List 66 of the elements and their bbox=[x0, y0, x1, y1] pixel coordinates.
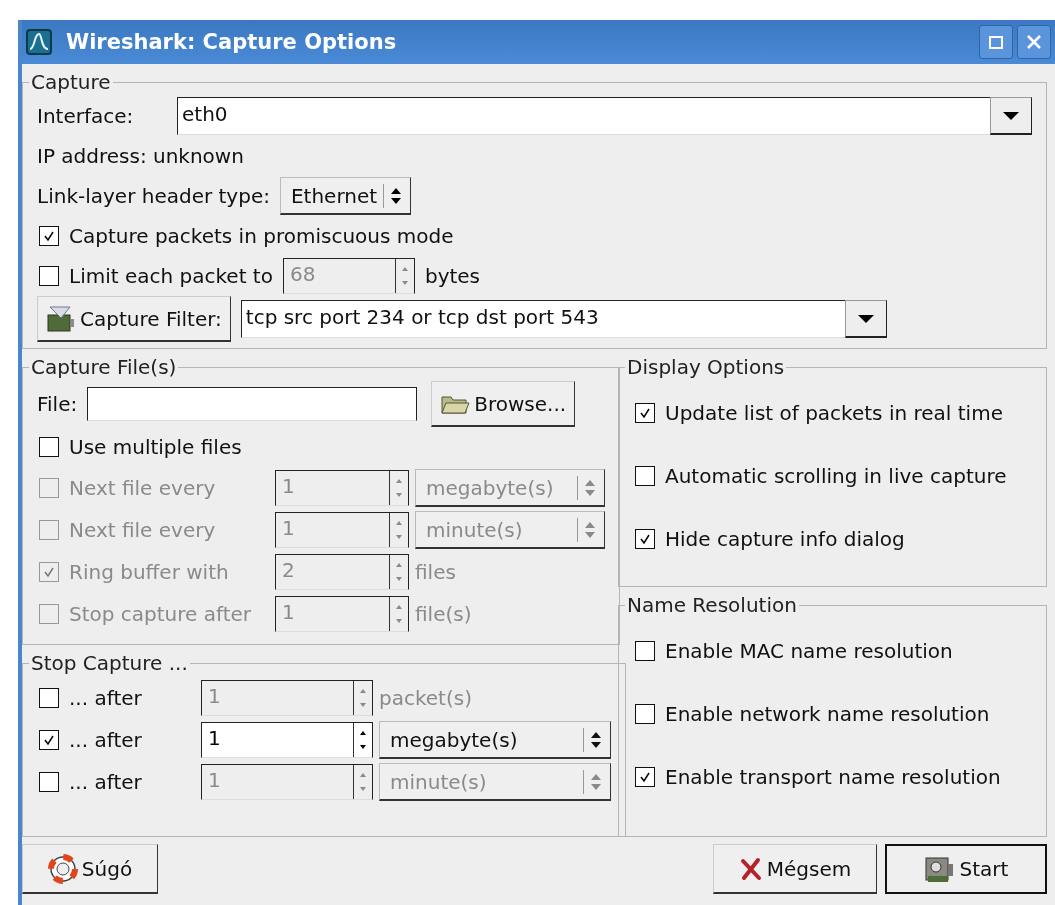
app-icon bbox=[26, 29, 52, 55]
capture-card-icon bbox=[923, 854, 956, 884]
checkmark-icon bbox=[43, 566, 55, 578]
checkbox-label[interactable]: Enable MAC name resolution bbox=[665, 638, 953, 663]
checkbox-label[interactable]: Enable network name resolution bbox=[665, 701, 990, 726]
field-label: Interface: bbox=[37, 104, 135, 128]
dropdown-arrow-icon bbox=[856, 313, 875, 324]
checkbox-label[interactable]: Limit each packet to bbox=[69, 264, 273, 288]
filter-combo[interactable]: tcp src port 234 or tcp dst port 543 bbox=[240, 300, 887, 338]
checkbox-label[interactable]: ... after bbox=[69, 686, 142, 710]
link-type-select[interactable]: Ethernet bbox=[279, 177, 412, 215]
group-title: Display Options bbox=[626, 355, 786, 379]
close-button[interactable] bbox=[1017, 25, 1051, 59]
group-title: Stop Capture ... bbox=[30, 651, 189, 675]
checkmark-icon bbox=[639, 532, 651, 545]
maximize-button[interactable] bbox=[979, 25, 1013, 59]
browse-button[interactable]: Browse... bbox=[431, 381, 576, 427]
field-label: File: bbox=[37, 392, 78, 416]
group-title: Name Resolution bbox=[626, 593, 798, 617]
cancel-button[interactable]: Mégsem bbox=[713, 844, 877, 894]
group-title: Capture bbox=[30, 70, 112, 94]
checkmark-icon bbox=[43, 230, 55, 242]
checkmark-icon bbox=[639, 770, 651, 783]
spin-field[interactable]: 1 bbox=[201, 722, 373, 758]
maximize-icon bbox=[988, 34, 1004, 50]
lifebuoy-icon bbox=[47, 853, 78, 884]
help-button[interactable]: Súgó bbox=[22, 844, 158, 894]
checkbox[interactable] bbox=[635, 766, 655, 787]
unit-label: file(s) bbox=[415, 602, 473, 626]
checkbox[interactable] bbox=[39, 772, 59, 792]
file-field[interactable] bbox=[87, 387, 418, 421]
unit-select[interactable]: megabyte(s) bbox=[379, 721, 611, 759]
checkbox[interactable] bbox=[39, 437, 59, 457]
capture-filter-button[interactable]: Capture Filter: bbox=[37, 296, 231, 342]
window-title: Wireshark: Capture Options bbox=[66, 30, 397, 54]
checkbox-label[interactable]: Automatic scrolling in live capture bbox=[665, 463, 1007, 488]
checkbox-label[interactable]: Enable transport name resolution bbox=[665, 764, 1001, 789]
checkbox-label[interactable]: Capture packets in promiscuous mode bbox=[69, 224, 454, 248]
checkbox-label[interactable]: Use multiple files bbox=[69, 435, 242, 459]
checkbox[interactable] bbox=[39, 266, 59, 286]
checkbox-label[interactable]: ... after bbox=[69, 770, 142, 794]
field-label: Link-layer header type: bbox=[37, 184, 270, 208]
checkbox[interactable] bbox=[635, 402, 655, 423]
checkbox[interactable] bbox=[39, 688, 59, 708]
checkbox[interactable] bbox=[39, 730, 59, 750]
checkbox[interactable] bbox=[635, 465, 655, 486]
unit-label: files bbox=[415, 560, 457, 584]
unit-label: packet(s) bbox=[379, 686, 473, 710]
checkbox[interactable] bbox=[39, 226, 59, 246]
checkmark-icon bbox=[43, 734, 55, 746]
filter-icon bbox=[46, 304, 76, 333]
interface-combo[interactable]: eth0 bbox=[177, 97, 1032, 135]
unit-label: bytes bbox=[424, 264, 481, 288]
checkbox-label[interactable]: ... after bbox=[69, 728, 142, 752]
checkbox-label[interactable]: Hide capture info dialog bbox=[665, 526, 905, 551]
checkbox[interactable] bbox=[635, 528, 655, 549]
checkbox[interactable] bbox=[635, 640, 655, 661]
start-button[interactable]: Start bbox=[885, 844, 1047, 894]
group-title: Capture File(s) bbox=[30, 355, 178, 379]
dropdown-arrow-icon bbox=[1002, 110, 1020, 121]
checkbox-label[interactable]: Update list of packets in real time bbox=[665, 400, 1003, 425]
checkbox[interactable] bbox=[635, 703, 655, 724]
close-icon bbox=[1026, 34, 1042, 50]
x-mark-icon bbox=[738, 856, 763, 881]
ip-address-text: IP address: unknown bbox=[37, 144, 244, 168]
checkmark-icon bbox=[639, 406, 651, 419]
